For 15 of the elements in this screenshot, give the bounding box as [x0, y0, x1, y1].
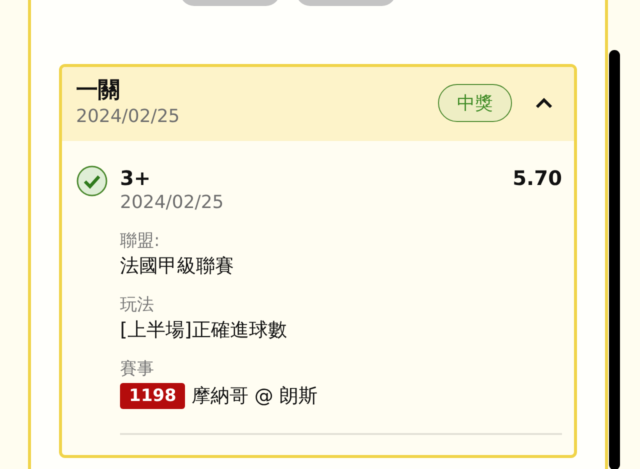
bet-type-title: 一關: [76, 77, 121, 105]
match-date: 2024/02/25: [120, 191, 225, 215]
field-value: 摩納哥 @ 朗斯: [191, 384, 318, 409]
field-value: 法國甲級聯賽: [120, 254, 235, 279]
field-value: [上半場]正確進球數: [120, 318, 288, 343]
chevron-icon[interactable]: [534, 96, 554, 110]
scrollbar[interactable]: [609, 50, 620, 469]
field-label: 賽事: [120, 358, 155, 381]
status-badge: 中獎: [438, 84, 512, 122]
pick-text: 3+: [120, 165, 151, 191]
odds-value: 5.70: [512, 165, 562, 191]
field-label: 聯盟:: [120, 230, 161, 253]
field-label: 玩法: [120, 294, 155, 317]
bet-date: 2024/02/25: [76, 105, 181, 129]
match-number-badge: 1198: [120, 383, 186, 409]
